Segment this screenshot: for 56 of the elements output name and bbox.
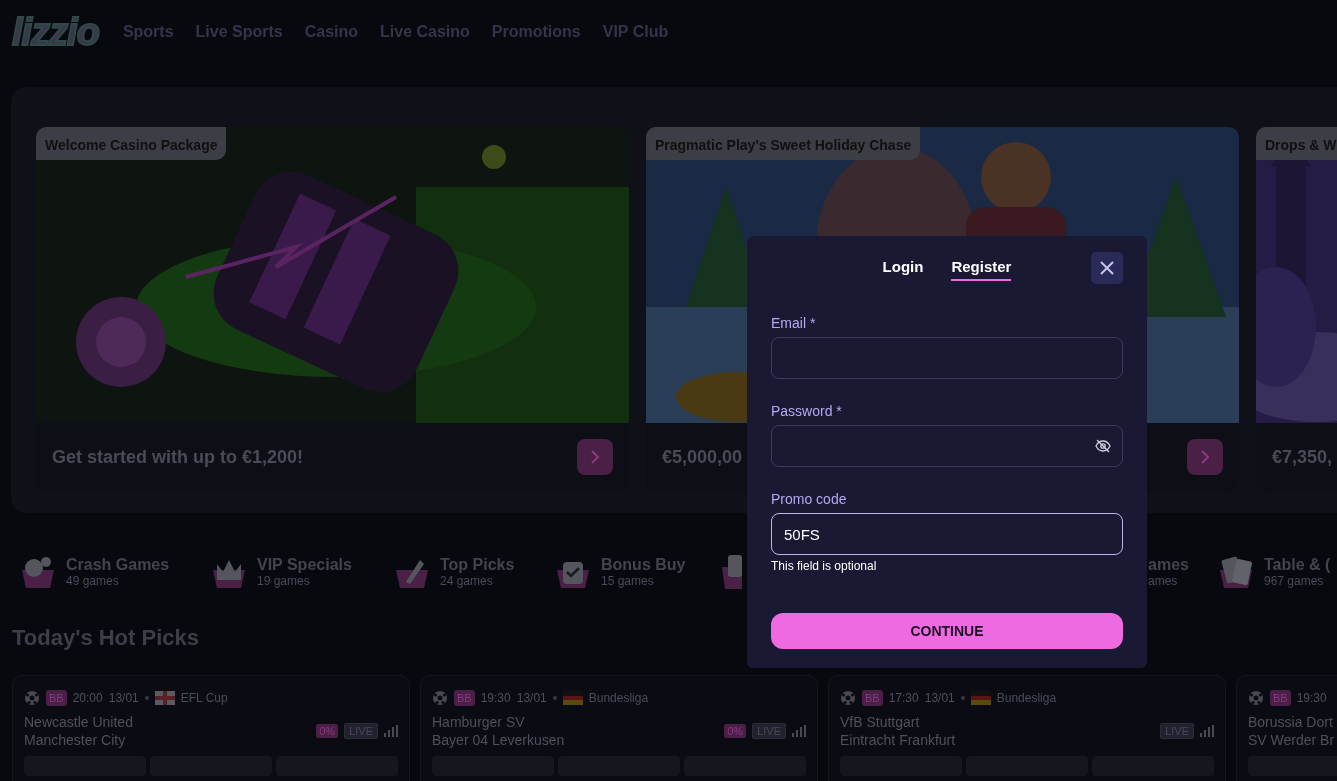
input-field[interactable]: 50FS	[771, 513, 1123, 555]
continue-button[interactable]: CONTINUE	[771, 613, 1123, 649]
team-name: Borussia Dort	[1248, 714, 1334, 730]
nav-link[interactable]: VIP Club	[602, 23, 669, 41]
bet-builder-badge: BB	[862, 690, 883, 706]
bet-builder-badge: BB	[1270, 690, 1291, 706]
team-name: VfB Stuttgart	[840, 714, 921, 730]
category-count: 49 games	[66, 574, 120, 588]
tab[interactable]: Login	[882, 258, 924, 281]
bet-builder-badge: BB	[46, 690, 67, 706]
nav-link[interactable]: Casino	[304, 23, 359, 41]
match-date: 13/01	[924, 691, 955, 705]
field-label: Password *	[771, 403, 843, 419]
category-count: ames	[1148, 574, 1179, 588]
promo-text: Get started with up to €1,200!	[52, 446, 304, 468]
category-label[interactable]: ames	[1148, 556, 1189, 574]
nav-link[interactable]: Sports	[122, 23, 174, 41]
nav-link[interactable]: Live Casino	[380, 23, 470, 41]
team-name: SV Werder Br	[1248, 732, 1335, 748]
league-name: Bundesliga	[996, 691, 1057, 705]
tab[interactable]: Register	[951, 258, 1012, 281]
match-time: 20:00	[72, 691, 103, 705]
category-count: 24 games	[440, 574, 494, 588]
team-name: Manchester City	[24, 732, 127, 748]
nav-link[interactable]: Promotions	[491, 23, 581, 41]
team-name: Newcastle United	[24, 714, 133, 730]
match-card[interactable]: BB 19:30 Borussia Dort SV Werder Br	[1236, 675, 1337, 781]
match-time: 17:30	[888, 691, 919, 705]
field-label: Promo code	[771, 491, 848, 507]
category-count: 967 games	[1264, 574, 1325, 588]
team-name: Bayer 04 Leverkusen	[432, 732, 565, 748]
promo-text: €5,000,00	[662, 446, 743, 468]
league-name: Bundesliga	[588, 691, 649, 705]
category-count: 19 games	[257, 574, 311, 588]
section-title: Today's Hot Picks	[12, 625, 199, 651]
field-label: Email *	[771, 315, 817, 331]
field-hint: This field is optional	[771, 559, 878, 573]
boost-badge: 0%	[316, 724, 339, 738]
team-name: Eintracht Frankfurt	[840, 732, 956, 748]
bet-builder-badge: BB	[454, 690, 475, 706]
team-name: Hamburger SV	[432, 714, 526, 730]
category-label[interactable]: Table & (	[1264, 556, 1331, 574]
category-label[interactable]: Bonus Buy	[601, 556, 686, 574]
match-date: 13/01	[516, 691, 547, 705]
category-count: 15 games	[601, 574, 655, 588]
promo-text: €7,350,	[1272, 446, 1333, 468]
logo[interactable]: lizzio	[12, 10, 101, 54]
match-time: 19:30	[1296, 691, 1327, 705]
category-label[interactable]: Crash Games	[66, 556, 170, 574]
category-label[interactable]: Top Picks	[440, 556, 515, 574]
league-name: EFL Cup	[180, 691, 228, 705]
category-label[interactable]: VIP Specials	[257, 556, 352, 574]
boost-badge: 0%	[724, 724, 747, 738]
nav-link[interactable]: Live Sports	[195, 23, 283, 41]
match-date: 13/01	[108, 691, 139, 705]
match-time: 19:30	[480, 691, 511, 705]
